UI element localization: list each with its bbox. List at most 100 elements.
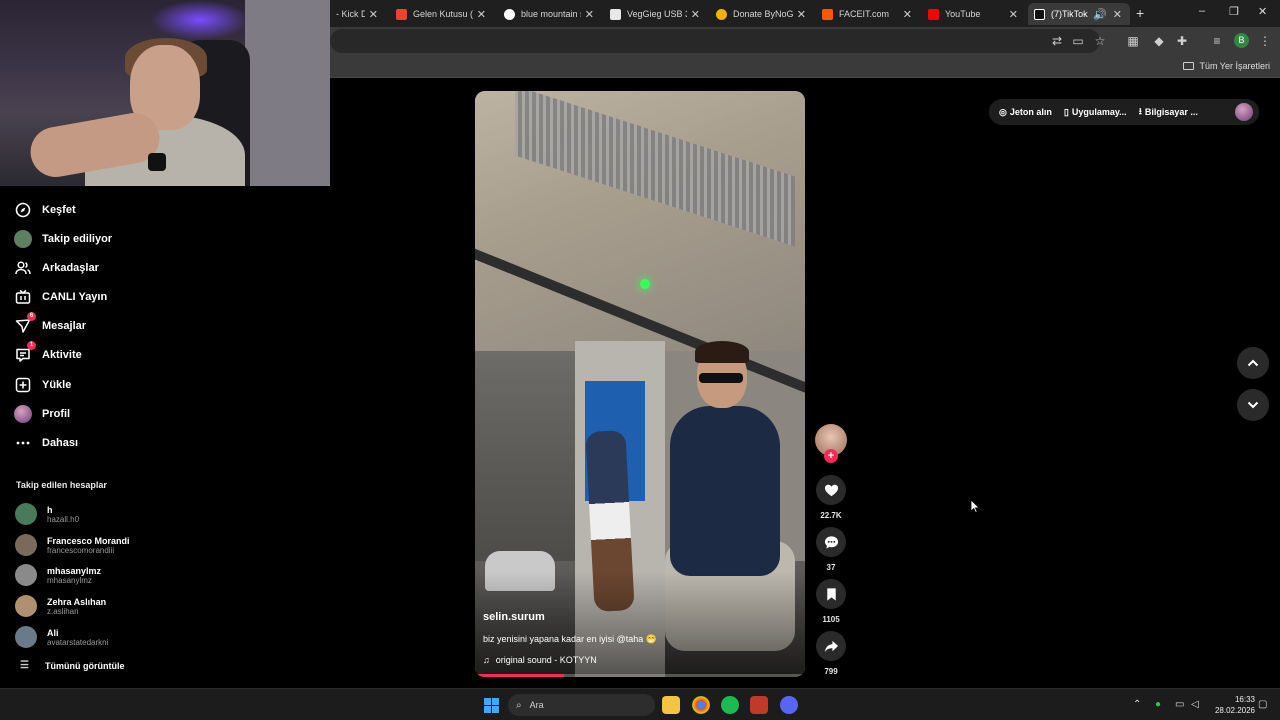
followed-account[interactable]: h hazall.h0	[15, 501, 155, 527]
close-icon[interactable]: ✕	[1009, 8, 1018, 21]
app-icon[interactable]	[750, 696, 768, 714]
messages-badge: 6	[27, 312, 36, 321]
video-progress-bar[interactable]	[475, 674, 805, 677]
puzzle-icon[interactable]: ✚	[1174, 33, 1190, 49]
minimize-button[interactable]: –	[1199, 5, 1205, 17]
save-button[interactable]	[816, 579, 846, 609]
sidebar-item-upload[interactable]: Yükle	[14, 374, 71, 396]
tab-tiktok[interactable]: (7)TikTok - M 🔊 ✕	[1028, 3, 1130, 25]
close-icon[interactable]: ✕	[691, 8, 700, 21]
donate-icon	[716, 8, 727, 20]
account-handle: z.aslihan	[47, 606, 79, 616]
video-scene-green-light	[640, 279, 650, 289]
tab-donate[interactable]: Donate ByNoGa ✕	[710, 3, 814, 25]
followed-account[interactable]: mhasanylmz mhasanylmz	[15, 562, 155, 588]
get-app-button[interactable]: ▯ Uygulamay...	[1064, 107, 1127, 118]
video-scene-man-body	[670, 406, 780, 576]
spotify-icon[interactable]	[721, 696, 739, 714]
account-handle: francescomorandiii	[47, 545, 115, 555]
translate-icon[interactable]: ⇄	[1049, 33, 1065, 49]
microphone-icon[interactable]: ●	[1155, 699, 1161, 710]
maximize-button[interactable]: ❐	[1229, 5, 1239, 18]
sidebar-item-activity[interactable]: 1 Aktivite	[14, 341, 82, 366]
windows-start-icon[interactable]	[484, 698, 499, 713]
user-avatar[interactable]	[1235, 103, 1253, 121]
folder-icon	[1183, 62, 1195, 70]
tab-google[interactable]: blue mountain s ✕	[498, 3, 602, 25]
video-sound[interactable]: ♫ original sound - KOTYYN	[483, 655, 597, 665]
google-icon	[504, 8, 515, 20]
next-video-button[interactable]	[1237, 389, 1269, 421]
previous-video-button[interactable]	[1237, 347, 1269, 379]
close-icon[interactable]: ✕	[903, 8, 912, 21]
bookmark-star-icon[interactable]: ☆	[1092, 33, 1108, 49]
volume-icon[interactable]: ◁	[1191, 699, 1199, 710]
webcam-overlay	[0, 0, 330, 186]
discord-icon[interactable]	[780, 696, 798, 714]
sidebar-item-live[interactable]: CANLI Yayın	[14, 286, 107, 308]
top-actions-bar: ◎ Jeton alın ▯ Uygulamay... ⭳ Bilgisayar ..…	[989, 99, 1259, 125]
address-bar[interactable]	[330, 29, 1100, 53]
get-coins-button[interactable]: ◎ Jeton alın	[999, 107, 1052, 118]
account-handle: mhasanylmz	[47, 575, 92, 585]
sidebar-item-more[interactable]: Dahası	[14, 432, 78, 454]
tab-kick[interactable]: - Kick Da ✕	[330, 3, 386, 25]
following-avatar-icon	[14, 230, 32, 248]
sidebar-item-explore[interactable]: Keşfet	[14, 199, 76, 221]
sidebar-item-following[interactable]: Takip ediliyor	[14, 228, 112, 250]
followed-account[interactable]: Francesco Morandi francescomorandiii	[15, 532, 155, 558]
tab-veggieg[interactable]: VegGieg USB 3.0 ✕	[604, 3, 708, 25]
like-count: 22.7K	[820, 511, 842, 520]
chrome-icon[interactable]	[692, 696, 710, 714]
upload-icon	[14, 376, 32, 394]
profile-avatar[interactable]: B	[1234, 33, 1249, 48]
all-bookmarks-button[interactable]: Tüm Yer İşaretleri	[1183, 61, 1270, 71]
sidebar-item-friends[interactable]: Arkadaşlar	[14, 257, 99, 279]
network-icon[interactable]: ▭	[1175, 699, 1184, 710]
tab-title: blue mountain s	[521, 9, 581, 19]
comment-button[interactable]	[816, 527, 846, 557]
close-icon[interactable]: ✕	[477, 8, 486, 21]
chevron-up-icon[interactable]: ⌃	[1133, 699, 1141, 710]
youtube-icon	[928, 8, 939, 20]
kebab-menu-icon[interactable]: ⋮	[1257, 33, 1273, 49]
tab-title: Donate ByNoGa	[733, 9, 793, 19]
video-player[interactable]: selin.surum biz yenisini yapana kadar en…	[475, 91, 805, 677]
close-window-button[interactable]: ✕	[1258, 5, 1267, 18]
bookmark-icon	[826, 587, 836, 601]
list-icon: ☰	[20, 660, 29, 671]
phone-icon: ▯	[1063, 106, 1069, 117]
close-icon[interactable]: ✕	[1113, 8, 1122, 21]
share-button[interactable]	[816, 631, 846, 661]
reading-list-icon[interactable]: ≡	[1209, 33, 1225, 49]
sidebar-item-profile[interactable]: Profil	[14, 403, 70, 425]
tiktok-icon	[1034, 8, 1045, 20]
follow-button[interactable]: +	[824, 449, 838, 463]
see-all-button[interactable]: ☰ Tümünü görüntüle	[20, 660, 124, 671]
activity-icon: 1	[14, 341, 36, 364]
extension-red-icon[interactable]: ◆	[1151, 33, 1167, 49]
system-clock[interactable]: 16:33 28.02.2026	[1205, 694, 1255, 716]
tab-faceit[interactable]: FACEIT.com ✕	[816, 3, 920, 25]
desktop-app-button[interactable]: ⭳ Bilgisayar ...	[1139, 104, 1198, 120]
close-icon[interactable]: ✕	[797, 8, 806, 21]
speaker-icon[interactable]: 🔊	[1093, 8, 1107, 21]
desktop-app-label: Bilgisayar ...	[1144, 107, 1198, 117]
messages-icon: 6	[14, 312, 36, 335]
new-tab-button[interactable]: +	[1136, 5, 1144, 21]
extension-icon[interactable]: ▦	[1125, 33, 1141, 49]
close-icon[interactable]: ✕	[369, 8, 378, 21]
tab-gmail[interactable]: Gelen Kutusu (7) ✕	[390, 3, 494, 25]
video-author[interactable]: selin.surum	[483, 611, 545, 623]
tab-youtube[interactable]: YouTube ✕	[922, 3, 1026, 25]
followed-account[interactable]: Ali avatarstatedarkni	[15, 624, 155, 650]
followed-account[interactable]: Zehra Aslıhan z.aslihan	[15, 593, 155, 619]
close-icon[interactable]: ✕	[585, 8, 594, 21]
sidebar-item-messages[interactable]: 6 Mesajlar	[14, 312, 86, 337]
tab-title: FACEIT.com	[839, 9, 890, 19]
like-button[interactable]	[816, 475, 846, 505]
taskbar-search[interactable]: ⌕ Ara	[508, 694, 655, 716]
cast-icon[interactable]: ▭	[1070, 33, 1086, 49]
file-explorer-icon[interactable]	[662, 696, 680, 714]
notification-icon[interactable]: ▢	[1258, 699, 1267, 710]
